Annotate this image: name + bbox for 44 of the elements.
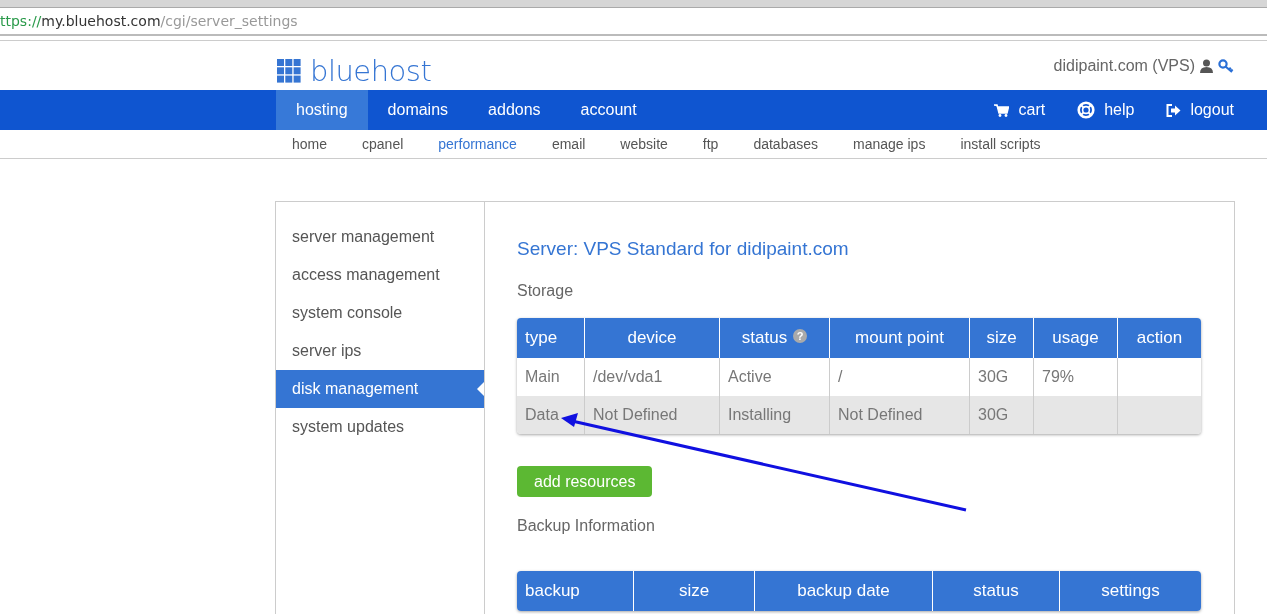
cart-icon[interactable]: [994, 103, 1010, 117]
sidebar-item[interactable]: system console: [276, 294, 484, 332]
account-name: didipaint.com (VPS): [1053, 57, 1195, 75]
logout-icon[interactable]: [1166, 103, 1182, 117]
nav-link[interactable]: cart: [1018, 101, 1046, 119]
subnav-link[interactable]: home: [292, 136, 328, 152]
subnav-link[interactable]: ftp: [702, 136, 719, 152]
nav-link[interactable]: help: [1104, 101, 1135, 119]
table-cell: Installing: [720, 396, 830, 434]
lifebuoy-icon[interactable]: [1077, 101, 1096, 119]
subnav-link[interactable]: cpanel: [362, 136, 404, 152]
sidebar-item[interactable]: access management: [276, 256, 484, 294]
subnav-link[interactable]: website: [620, 136, 668, 152]
nav-tab[interactable]: hosting: [276, 90, 368, 130]
column-header: status: [933, 571, 1060, 611]
sidebar-item[interactable]: system updates: [276, 408, 484, 446]
nav-tab[interactable]: addons: [468, 90, 561, 130]
column-header: backup: [517, 571, 634, 611]
subnav-link[interactable]: databases: [753, 136, 818, 152]
server-title: Server: VPS Standard for didipaint.com: [517, 238, 850, 260]
subnav-link[interactable]: manage ips: [853, 136, 926, 152]
nav-tab[interactable]: domains: [367, 90, 469, 130]
key-icon[interactable]: [1218, 59, 1234, 73]
column-header: action: [1135, 327, 1184, 349]
section-heading: Storage: [517, 282, 575, 300]
address-bar[interactable]: ttps://my.bluehost.com/cgi/server_settings: [0, 8, 1267, 36]
subnav-link[interactable]: performance: [438, 136, 517, 152]
sidebar-item[interactable]: server management: [276, 218, 484, 256]
sidebar-item[interactable]: server ips: [276, 332, 484, 370]
column-header: settings: [1100, 580, 1161, 602]
user-icon[interactable]: [1200, 59, 1213, 73]
section-heading: Backup Information: [517, 517, 656, 535]
column-header: size: [634, 571, 755, 611]
subnav-link[interactable]: email: [551, 136, 586, 152]
grid-logo-icon: [277, 58, 301, 83]
table-cell: Not Defined: [830, 396, 970, 434]
sidebar-item[interactable]: disk management: [276, 370, 484, 408]
nav-tab[interactable]: account: [560, 90, 657, 130]
table-cell: Not Defined: [585, 396, 720, 434]
subnav-link[interactable]: install scripts: [960, 136, 1041, 152]
logo-text[interactable]: bluehost: [310, 53, 432, 88]
nav-link[interactable]: logout: [1190, 101, 1234, 119]
table-cell: 30G: [970, 396, 1034, 434]
column-header: backup date: [755, 571, 933, 611]
